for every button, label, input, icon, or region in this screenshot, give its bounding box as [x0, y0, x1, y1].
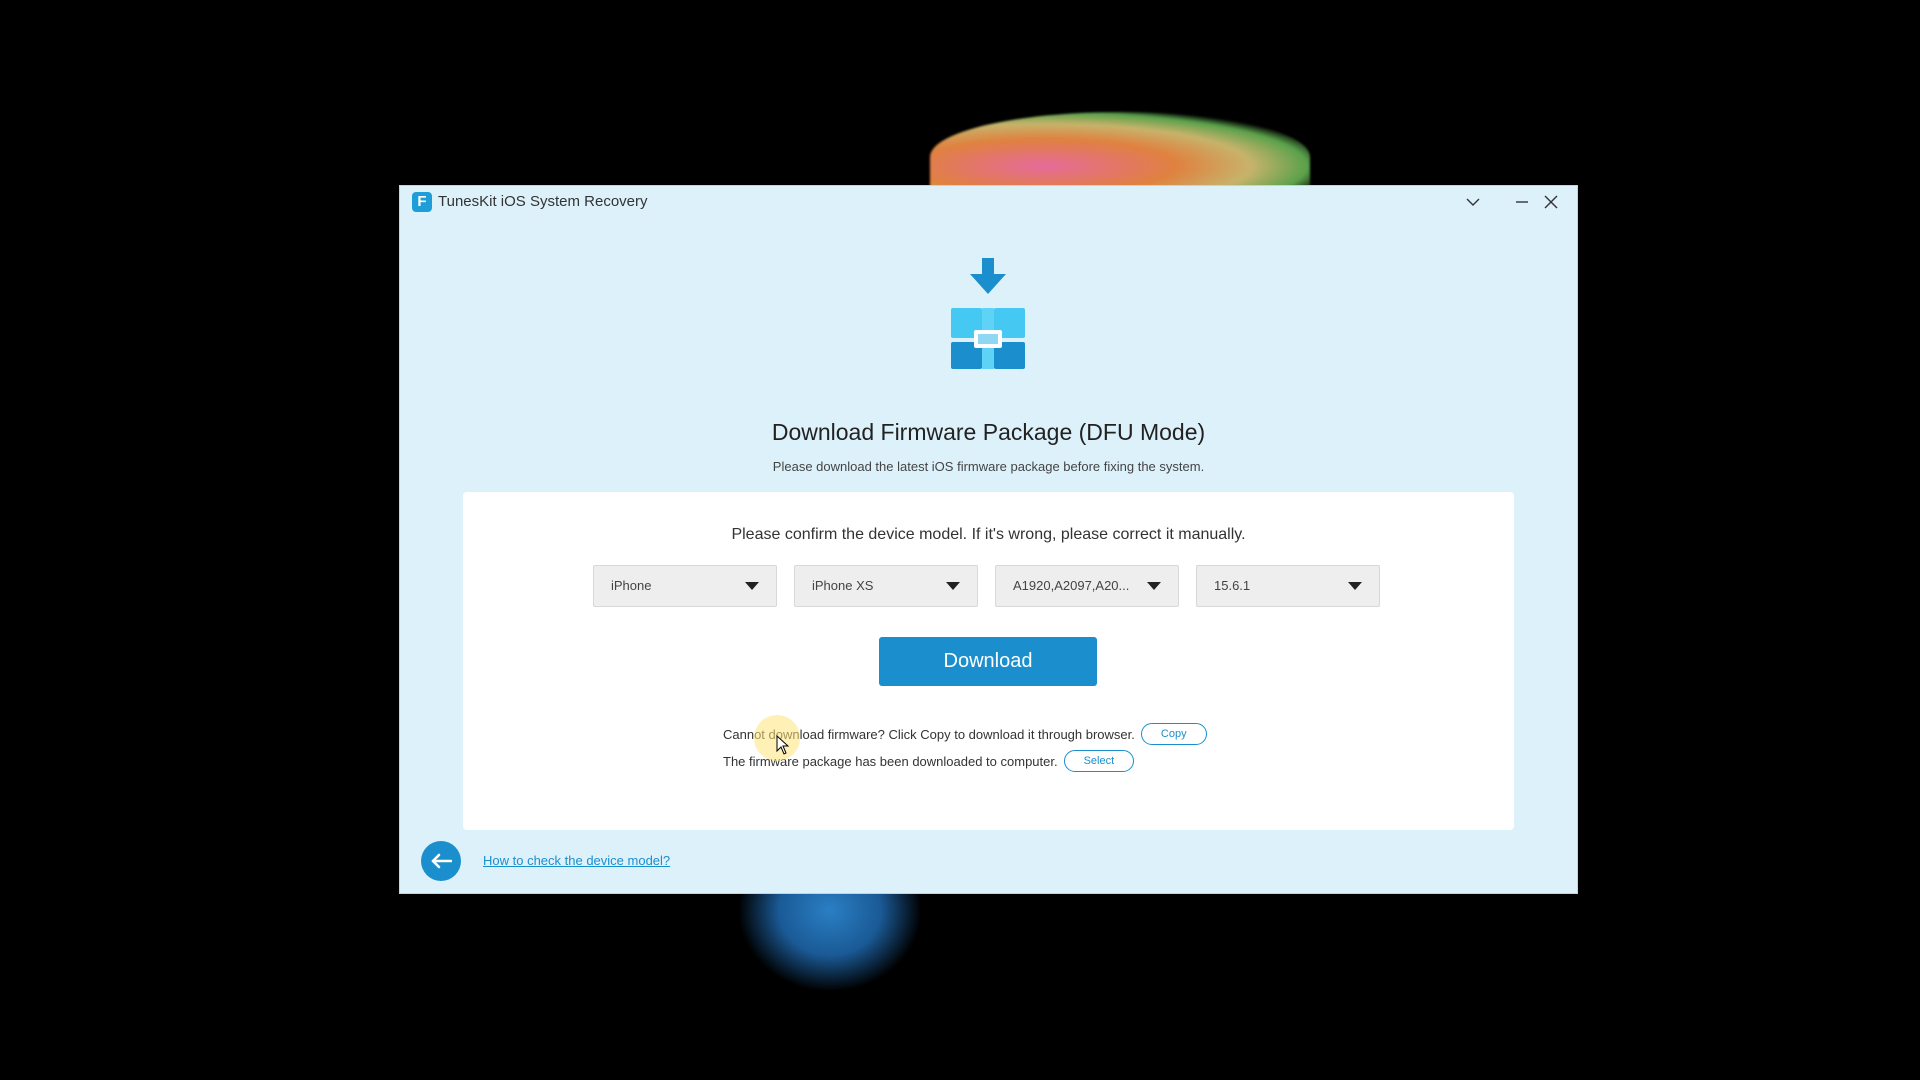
caret-down-icon — [1348, 582, 1362, 590]
caret-down-icon — [745, 582, 759, 590]
app-logo-icon: F — [412, 192, 432, 212]
device-model-select[interactable]: iPhone XS — [794, 565, 978, 607]
close-icon — [1544, 195, 1558, 209]
page-subtitle: Please download the latest iOS firmware … — [772, 459, 1205, 474]
arrow-left-icon — [431, 853, 452, 869]
app-window: F TunesKit iOS System Recovery Download … — [400, 186, 1577, 893]
confirm-model-text: Please confirm the device model. If it's… — [731, 526, 1246, 543]
model-number-value: A1920,A2097,A20... — [1013, 578, 1130, 593]
model-number-select[interactable]: A1920,A2097,A20... — [995, 565, 1179, 607]
caret-down-icon — [1147, 582, 1161, 590]
copy-button[interactable]: Copy — [1140, 723, 1207, 745]
device-model-panel: Please confirm the device model. If it's… — [463, 492, 1514, 830]
chevron-down-icon — [1466, 198, 1480, 206]
title-menu-button[interactable] — [1453, 188, 1493, 216]
caret-down-icon — [946, 582, 960, 590]
page-title: Download Firmware Package (DFU Mode) — [771, 419, 1206, 445]
select-info-line: The firmware package has been downloaded… — [723, 750, 1135, 772]
select-info-text: The firmware package has been downloaded… — [723, 753, 1058, 769]
copy-info-text: Cannot download firmware? Click Copy to … — [723, 726, 1135, 742]
ios-version-value: 15.6.1 — [1214, 578, 1251, 593]
select-firmware-button[interactable]: Select — [1063, 750, 1135, 772]
ios-version-select[interactable]: 15.6.1 — [1196, 565, 1380, 607]
device-type-value: iPhone — [611, 578, 652, 593]
back-button[interactable] — [421, 841, 461, 881]
app-title: TunesKit iOS System Recovery — [438, 193, 648, 210]
wallpaper-splash-bottom — [740, 890, 920, 990]
minimize-icon — [1516, 201, 1528, 203]
download-button[interactable]: Download — [879, 637, 1097, 686]
title-bar: F TunesKit iOS System Recovery — [400, 186, 1577, 218]
desktop-background: F TunesKit iOS System Recovery Download … — [0, 0, 1920, 1080]
copy-info-line: Cannot download firmware? Click Copy to … — [723, 723, 1207, 745]
device-model-value: iPhone XS — [812, 578, 874, 593]
check-device-model-link[interactable]: How to check the device model? — [483, 853, 670, 868]
close-button[interactable] — [1531, 188, 1571, 216]
firmware-package-download-icon — [951, 258, 1025, 369]
device-type-select[interactable]: iPhone — [593, 565, 777, 607]
